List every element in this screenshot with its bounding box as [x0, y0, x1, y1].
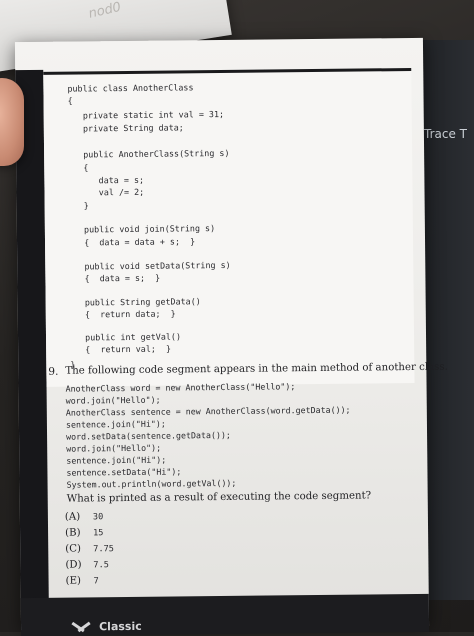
code-line: public class AnotherClass — [67, 82, 194, 94]
segment-line: System.out.println(word.getVal()); — [66, 477, 237, 490]
brand-mark-icon — [71, 619, 93, 633]
choice-letter: (B) — [65, 527, 81, 539]
choice-value: 15 — [93, 528, 104, 539]
choice-value: 30 — [92, 512, 104, 523]
footer-bar: Classic — [20, 593, 430, 636]
code-line: { — [68, 162, 89, 173]
question-prompt: What is printed as a result of executing… — [66, 490, 372, 505]
screen-label: Trace T — [424, 127, 467, 141]
code-line: val /= 2; — [68, 186, 145, 198]
segment-line: word.setData(sentence.getData()); — [66, 429, 231, 442]
segment-line: sentence.join("Hi"); — [65, 418, 166, 430]
choice-letter: (E) — [65, 575, 82, 587]
question-number: 9. — [48, 365, 59, 378]
segment-line: word.join("Hello"); — [65, 394, 161, 406]
worksheet-page: public class AnotherClass { private stat… — [14, 37, 448, 636]
answer-choice-a: (A) 30 — [65, 511, 104, 525]
choice-value: 7 — [93, 576, 99, 587]
segment-line: AnotherClass word = new AnotherClass("He… — [65, 381, 296, 394]
segment-line: AnotherClass sentence = new AnotherClass… — [65, 404, 351, 418]
answer-choice-b: (B) 15 — [65, 527, 104, 541]
code-line: { — [67, 95, 73, 106]
code-box: public class AnotherClass { private stat… — [43, 68, 415, 387]
choice-letter: (A) — [64, 511, 81, 523]
answer-choice-c: (C) 7.75 — [65, 543, 114, 558]
segment-line: word.join("Hello"); — [66, 442, 162, 454]
segment-line: sentence.setData("Hi"); — [66, 466, 182, 478]
thumb — [0, 78, 24, 166]
segment-line: sentence.join("Hi"); — [66, 454, 167, 466]
code-line: private String data; — [67, 122, 184, 134]
code-line: private static int val = 31; — [67, 108, 225, 121]
choice-letter: (C) — [65, 543, 82, 555]
code-line: { return val; } — [70, 343, 172, 355]
choice-value: 7.75 — [93, 544, 115, 555]
answer-choice-d: (D) 7.5 — [65, 559, 109, 573]
choice-value: 7.5 — [93, 560, 109, 571]
code-line: { data = s; } — [69, 272, 161, 284]
footer-brand-text: Classic — [98, 619, 142, 633]
code-line: { data = data + s; } — [68, 236, 196, 248]
code-line: public AnotherClass(String s) — [68, 147, 230, 160]
code-line: public String getData() — [69, 296, 201, 308]
code-line: { return data; } — [69, 308, 176, 320]
top-paper-text: nod0 — [87, 0, 123, 22]
code-line: public void setData(String s) — [69, 259, 231, 272]
answer-choice-e: (E) 7 — [66, 575, 99, 589]
code-line: public void join(String s) — [68, 223, 216, 235]
code-line: data = s; — [68, 174, 145, 186]
code-line: public int getVal() — [69, 331, 182, 343]
code-line: } — [68, 200, 89, 211]
choice-letter: (D) — [65, 559, 82, 571]
footer-logo: Classic — [71, 619, 142, 634]
